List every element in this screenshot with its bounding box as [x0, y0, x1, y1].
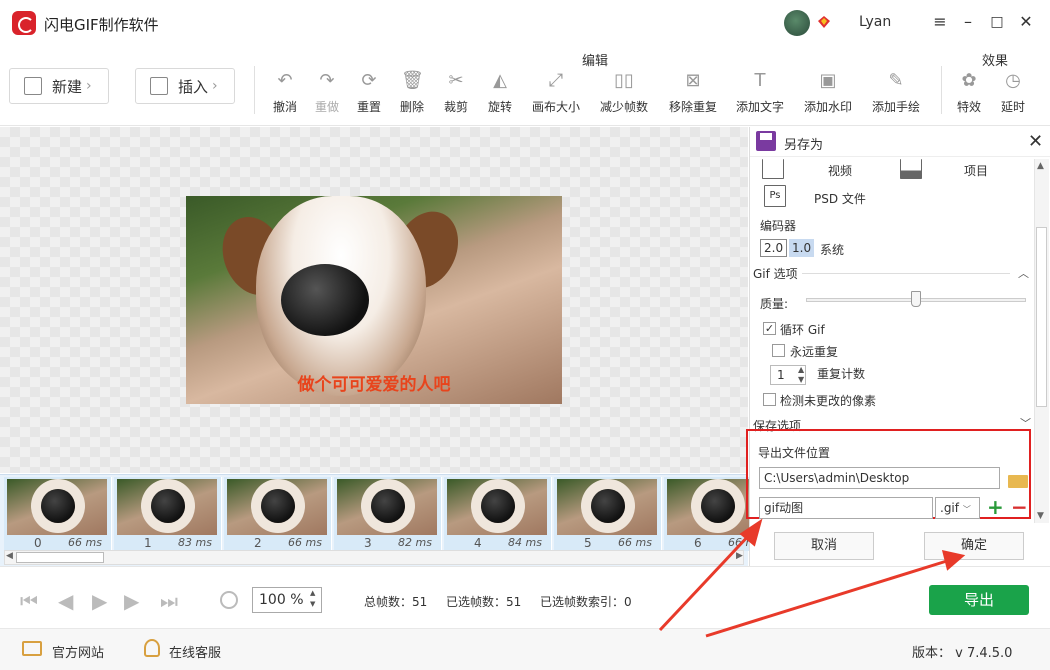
annotation-arrow-line — [705, 558, 951, 638]
annotation-arrow-head — [941, 550, 966, 571]
annotation-arrows — [658, 518, 966, 638]
annotation-arrow-line — [658, 530, 754, 632]
